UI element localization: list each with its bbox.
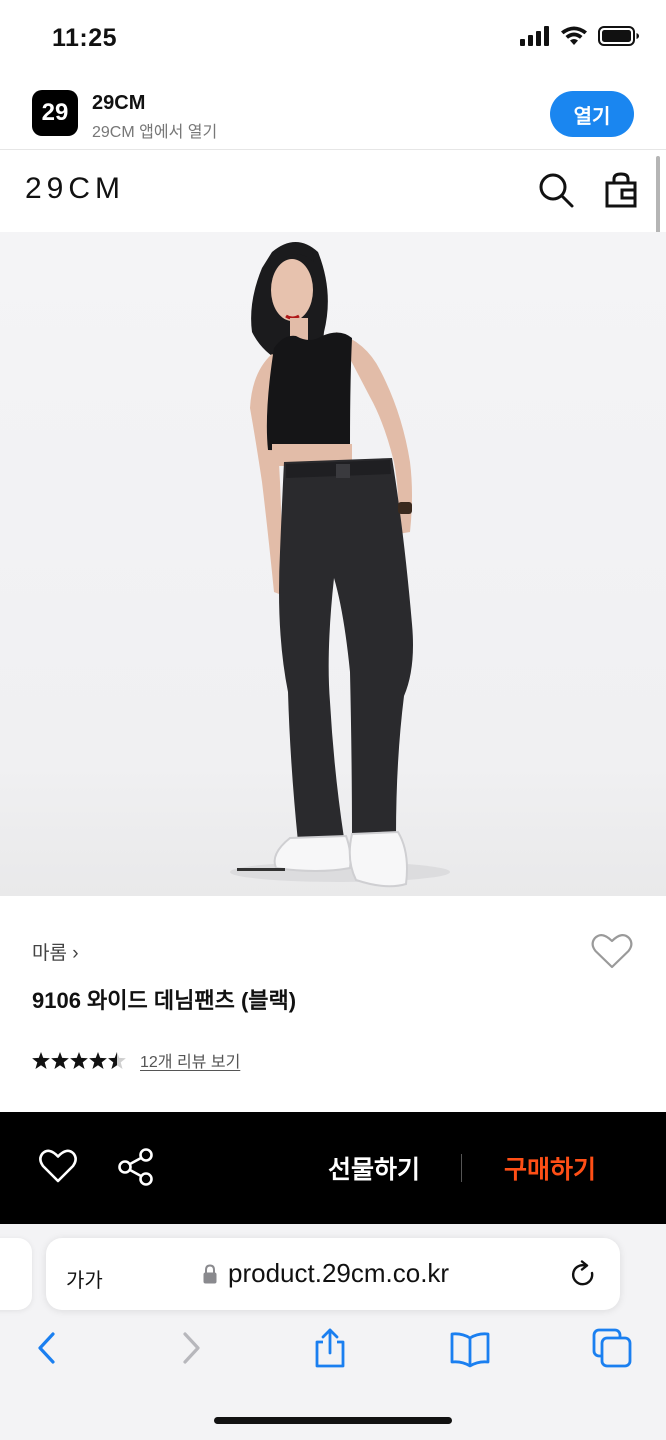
product-image[interactable] bbox=[0, 232, 666, 896]
buy-button[interactable]: 구매하기 bbox=[488, 1150, 612, 1186]
app-logo: 29 bbox=[32, 90, 78, 136]
site-logo[interactable]: 29CM bbox=[25, 172, 125, 206]
divider bbox=[461, 1154, 462, 1182]
search-icon[interactable] bbox=[536, 170, 576, 210]
back-icon[interactable] bbox=[26, 1326, 70, 1370]
url-text[interactable]: product.29cm.co.kr bbox=[228, 1258, 449, 1289]
app-banner: 29 29CM 29CM 앱에서 열기 열기 bbox=[0, 80, 666, 150]
heart-icon[interactable] bbox=[39, 1148, 77, 1184]
rating-stars bbox=[32, 1051, 126, 1069]
cellular-signal-icon bbox=[520, 26, 549, 46]
reload-icon[interactable] bbox=[570, 1260, 598, 1290]
shopping-bag-icon[interactable] bbox=[601, 170, 641, 210]
share-icon[interactable] bbox=[308, 1326, 352, 1370]
browser-toolbar: 가가 product.29cm.co.kr bbox=[0, 1224, 666, 1440]
app-subtitle: 29CM 앱에서 열기 bbox=[92, 124, 218, 141]
lock-icon bbox=[203, 1264, 217, 1284]
gift-button[interactable]: 선물하기 bbox=[310, 1150, 438, 1186]
share-icon[interactable] bbox=[118, 1148, 154, 1186]
star-icon bbox=[89, 1051, 107, 1069]
status-time: 11:25 bbox=[52, 24, 118, 52]
home-indicator bbox=[214, 1417, 452, 1424]
review-link[interactable]: 12개 리뷰 보기 bbox=[140, 1048, 240, 1072]
status-bar: 11:25 bbox=[0, 0, 666, 80]
forward-icon[interactable] bbox=[168, 1326, 212, 1370]
battery-icon bbox=[598, 26, 639, 46]
open-app-button[interactable]: 열기 bbox=[550, 91, 634, 137]
wishlist-heart-icon[interactable] bbox=[591, 932, 633, 970]
rating-row: 12개 리뷰 보기 bbox=[32, 1048, 240, 1072]
previous-tab-peek[interactable] bbox=[0, 1238, 32, 1310]
tabs-icon[interactable] bbox=[590, 1326, 634, 1370]
site-header: 29CM bbox=[0, 150, 666, 232]
app-name: 29CM bbox=[92, 92, 146, 114]
half-star-icon bbox=[108, 1051, 126, 1069]
chevron-right-icon: › bbox=[72, 943, 79, 964]
text-size-button[interactable]: 가가 bbox=[66, 1264, 103, 1293]
star-icon bbox=[51, 1051, 69, 1069]
purchase-bar: 선물하기 구매하기 bbox=[0, 1112, 666, 1224]
star-icon bbox=[32, 1051, 50, 1069]
address-bar[interactable]: 가가 product.29cm.co.kr bbox=[46, 1238, 620, 1310]
bookmarks-icon[interactable] bbox=[448, 1326, 492, 1370]
product-title: 9106 와이드 데님팬츠 (블랙) bbox=[32, 988, 297, 1013]
status-icons bbox=[520, 26, 640, 46]
model-photo bbox=[230, 242, 450, 888]
brand-name: 마롬 bbox=[32, 943, 67, 964]
image-slide-indicator bbox=[237, 868, 285, 871]
wifi-icon bbox=[561, 26, 587, 45]
star-icon bbox=[70, 1051, 88, 1069]
brand-link[interactable]: 마롬 › bbox=[32, 938, 79, 965]
